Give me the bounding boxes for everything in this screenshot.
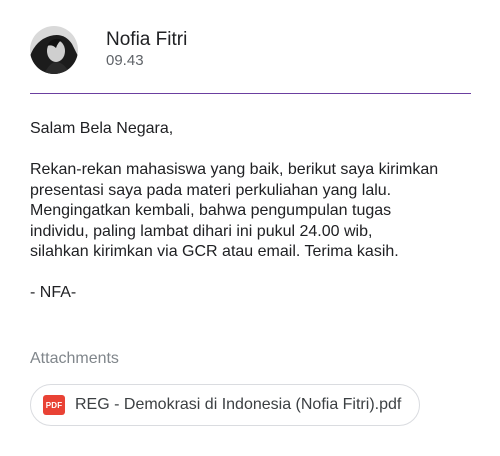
- message-line: Rekan-rekan mahasiswa yang baik, berikut…: [30, 161, 439, 178]
- sender-name[interactable]: Nofia Fitri: [106, 29, 187, 51]
- message-line: individu, paling lambat dihari ini pukul…: [30, 222, 373, 240]
- message-line: presentasi saya pada materi perkuliahan …: [30, 181, 392, 199]
- header-divider: [30, 93, 471, 94]
- attachment-filename[interactable]: REG - Demokrasi di Indonesia (Nofia Fitr…: [75, 396, 401, 414]
- sender-info: Nofia Fitri 09.43: [106, 29, 187, 70]
- attachment-chip[interactable]: PDF REG - Demokrasi di Indonesia (Nofia …: [30, 384, 421, 426]
- pdf-icon: PDF: [43, 395, 65, 415]
- attachments-label: Attachments: [30, 350, 119, 367]
- message-greeting: Salam Bela Negara,: [30, 120, 174, 137]
- message-body: Salam Bela Negara, Rekan-rekan mahasiswa…: [30, 119, 480, 304]
- message-time: 09.43: [106, 52, 144, 69]
- avatar[interactable]: [30, 26, 78, 74]
- message-signoff: - NFA-: [30, 284, 77, 301]
- message-header: Nofia Fitri 09.43: [30, 26, 187, 74]
- message-line: Mengingatkan kembali, bahwa pengumpulan …: [30, 202, 392, 219]
- message-paragraph: Rekan-rekan mahasiswa yang baik, berikut…: [30, 160, 480, 263]
- message-line: silahkan kirimkan via GCR atau email. Te…: [30, 243, 399, 260]
